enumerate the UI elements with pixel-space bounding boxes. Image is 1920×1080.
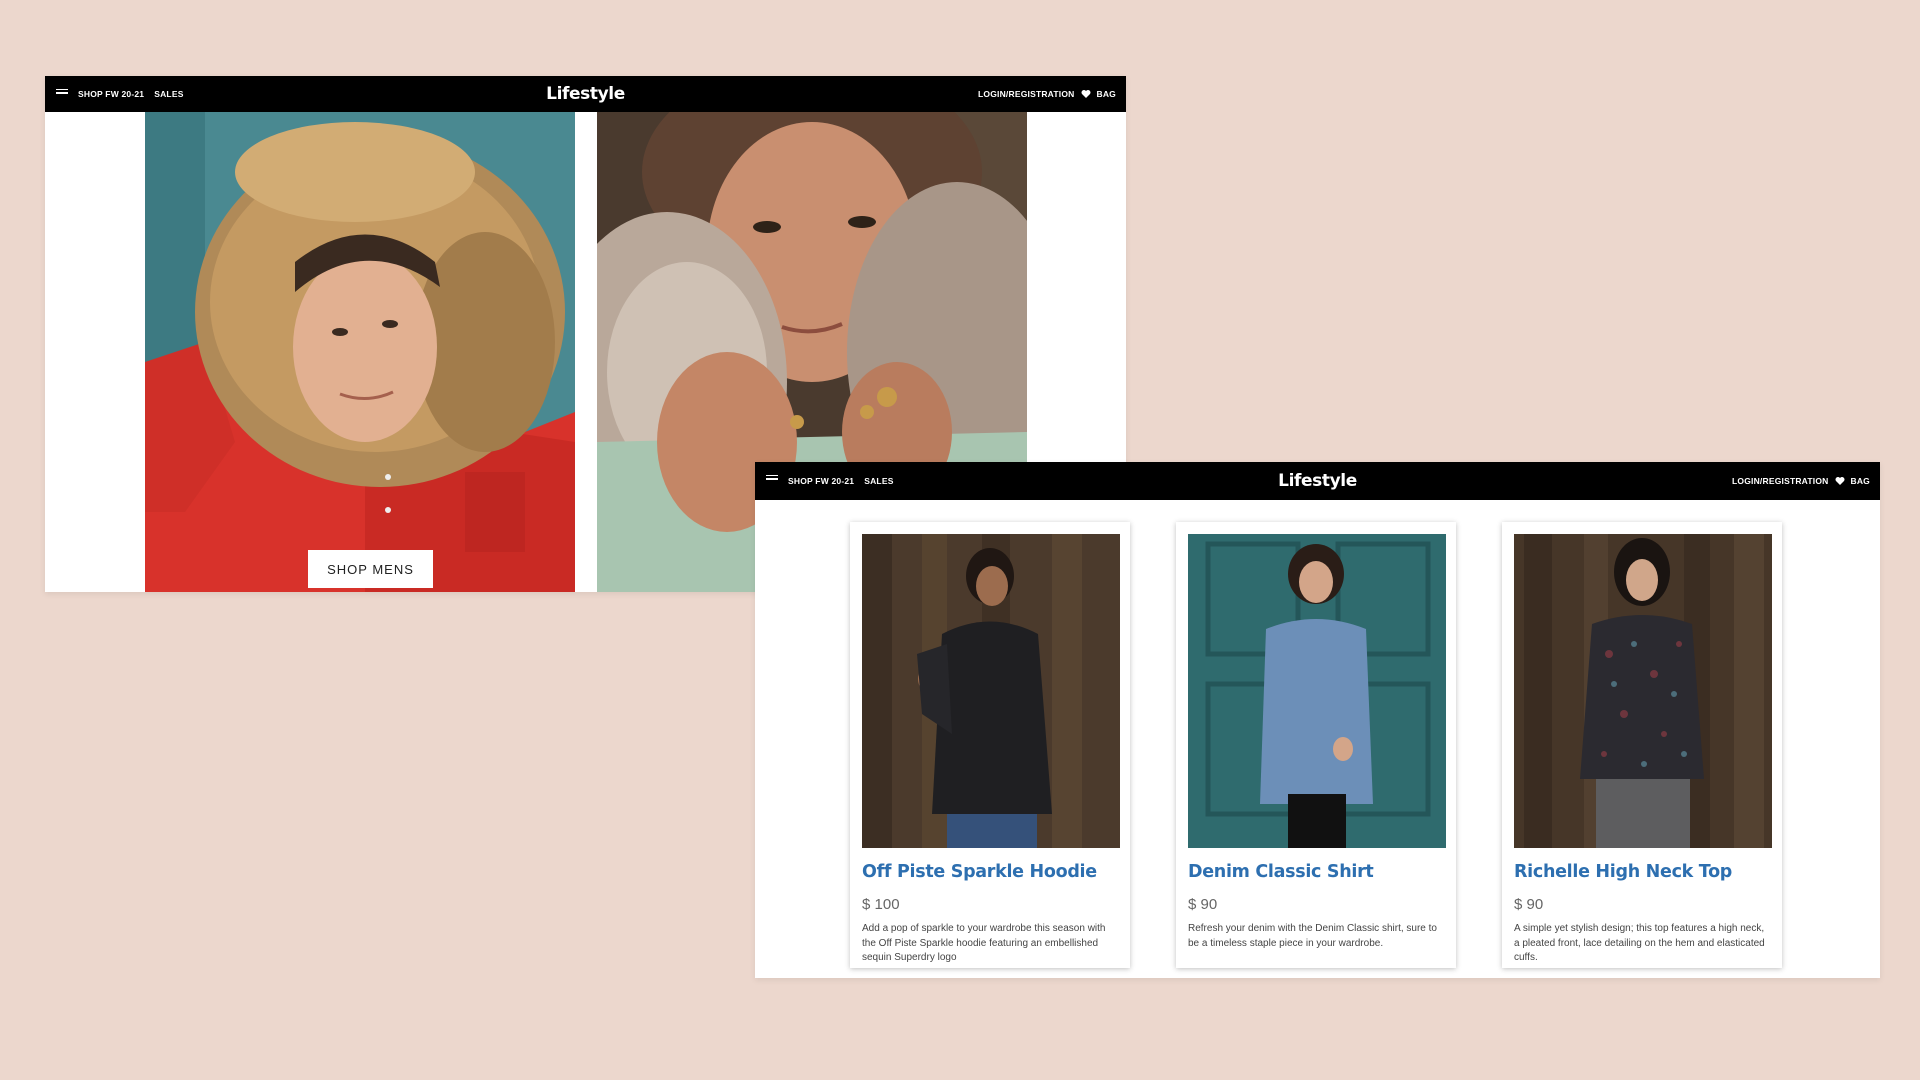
top-navigation-bar: SHOP FW 20-21 SALES Lifestyle LOGIN/REGI… — [755, 462, 1880, 500]
product-price: $ 90 — [1188, 896, 1218, 913]
bag-link[interactable]: BAG — [1851, 476, 1871, 486]
nav-sales-link[interactable]: SALES — [154, 89, 183, 99]
account-nav: LOGIN/REGISTRATION BAG — [1732, 462, 1870, 500]
product-title[interactable]: Off Piste Sparkle Hoodie — [862, 862, 1097, 882]
hamburger-menu-icon[interactable] — [766, 473, 780, 483]
hoodie-photo — [862, 534, 1120, 848]
product-description: A simple yet stylish design; this top fe… — [1514, 923, 1765, 963]
hamburger-menu-icon[interactable] — [56, 87, 70, 97]
nav-shop-link[interactable]: SHOP FW 20-21 — [788, 476, 854, 486]
product-image[interactable] — [1188, 534, 1446, 848]
heart-icon[interactable] — [1081, 89, 1091, 99]
product-price: $ 100 — [862, 896, 900, 913]
heart-icon[interactable] — [1835, 476, 1845, 486]
product-description: Refresh your denim with the Denim Classi… — [1188, 923, 1437, 949]
shop-mens-button[interactable]: SHOP MENS — [308, 550, 433, 588]
product-card[interactable]: Richelle High Neck Top $ 90 A simple yet… — [1502, 522, 1782, 968]
denim-shirt-photo — [1188, 534, 1446, 848]
high-neck-top-photo — [1514, 534, 1772, 848]
nav-sales-link[interactable]: SALES — [864, 476, 893, 486]
primary-nav: SHOP FW 20-21 SALES — [78, 76, 184, 112]
product-listing-window: SHOP FW 20-21 SALES Lifestyle LOGIN/REGI… — [755, 462, 1880, 978]
top-navigation-bar: SHOP FW 20-21 SALES Lifestyle LOGIN/REGI… — [45, 76, 1126, 112]
product-price: $ 90 — [1514, 896, 1544, 913]
product-image[interactable] — [1514, 534, 1772, 848]
product-card[interactable]: Off Piste Sparkle Hoodie $ 100 Add a pop… — [850, 522, 1130, 968]
login-link[interactable]: LOGIN/REGISTRATION — [1732, 476, 1828, 486]
product-card[interactable]: Denim Classic Shirt $ 90 Refresh your de… — [1176, 522, 1456, 968]
mens-hero-image[interactable] — [145, 112, 575, 592]
login-link[interactable]: LOGIN/REGISTRATION — [978, 89, 1074, 99]
brand-logo[interactable]: Lifestyle — [1278, 471, 1357, 491]
product-title[interactable]: Richelle High Neck Top — [1514, 862, 1732, 882]
product-title[interactable]: Denim Classic Shirt — [1188, 862, 1374, 882]
product-description: Add a pop of sparkle to your wardrobe th… — [862, 923, 1106, 963]
product-image[interactable] — [862, 534, 1120, 848]
nav-shop-link[interactable]: SHOP FW 20-21 — [78, 89, 144, 99]
mens-parka-photo — [145, 112, 575, 592]
primary-nav: SHOP FW 20-21 SALES — [788, 462, 894, 500]
bag-link[interactable]: BAG — [1097, 89, 1117, 99]
brand-logo[interactable]: Lifestyle — [546, 84, 625, 104]
account-nav: LOGIN/REGISTRATION BAG — [978, 76, 1116, 112]
